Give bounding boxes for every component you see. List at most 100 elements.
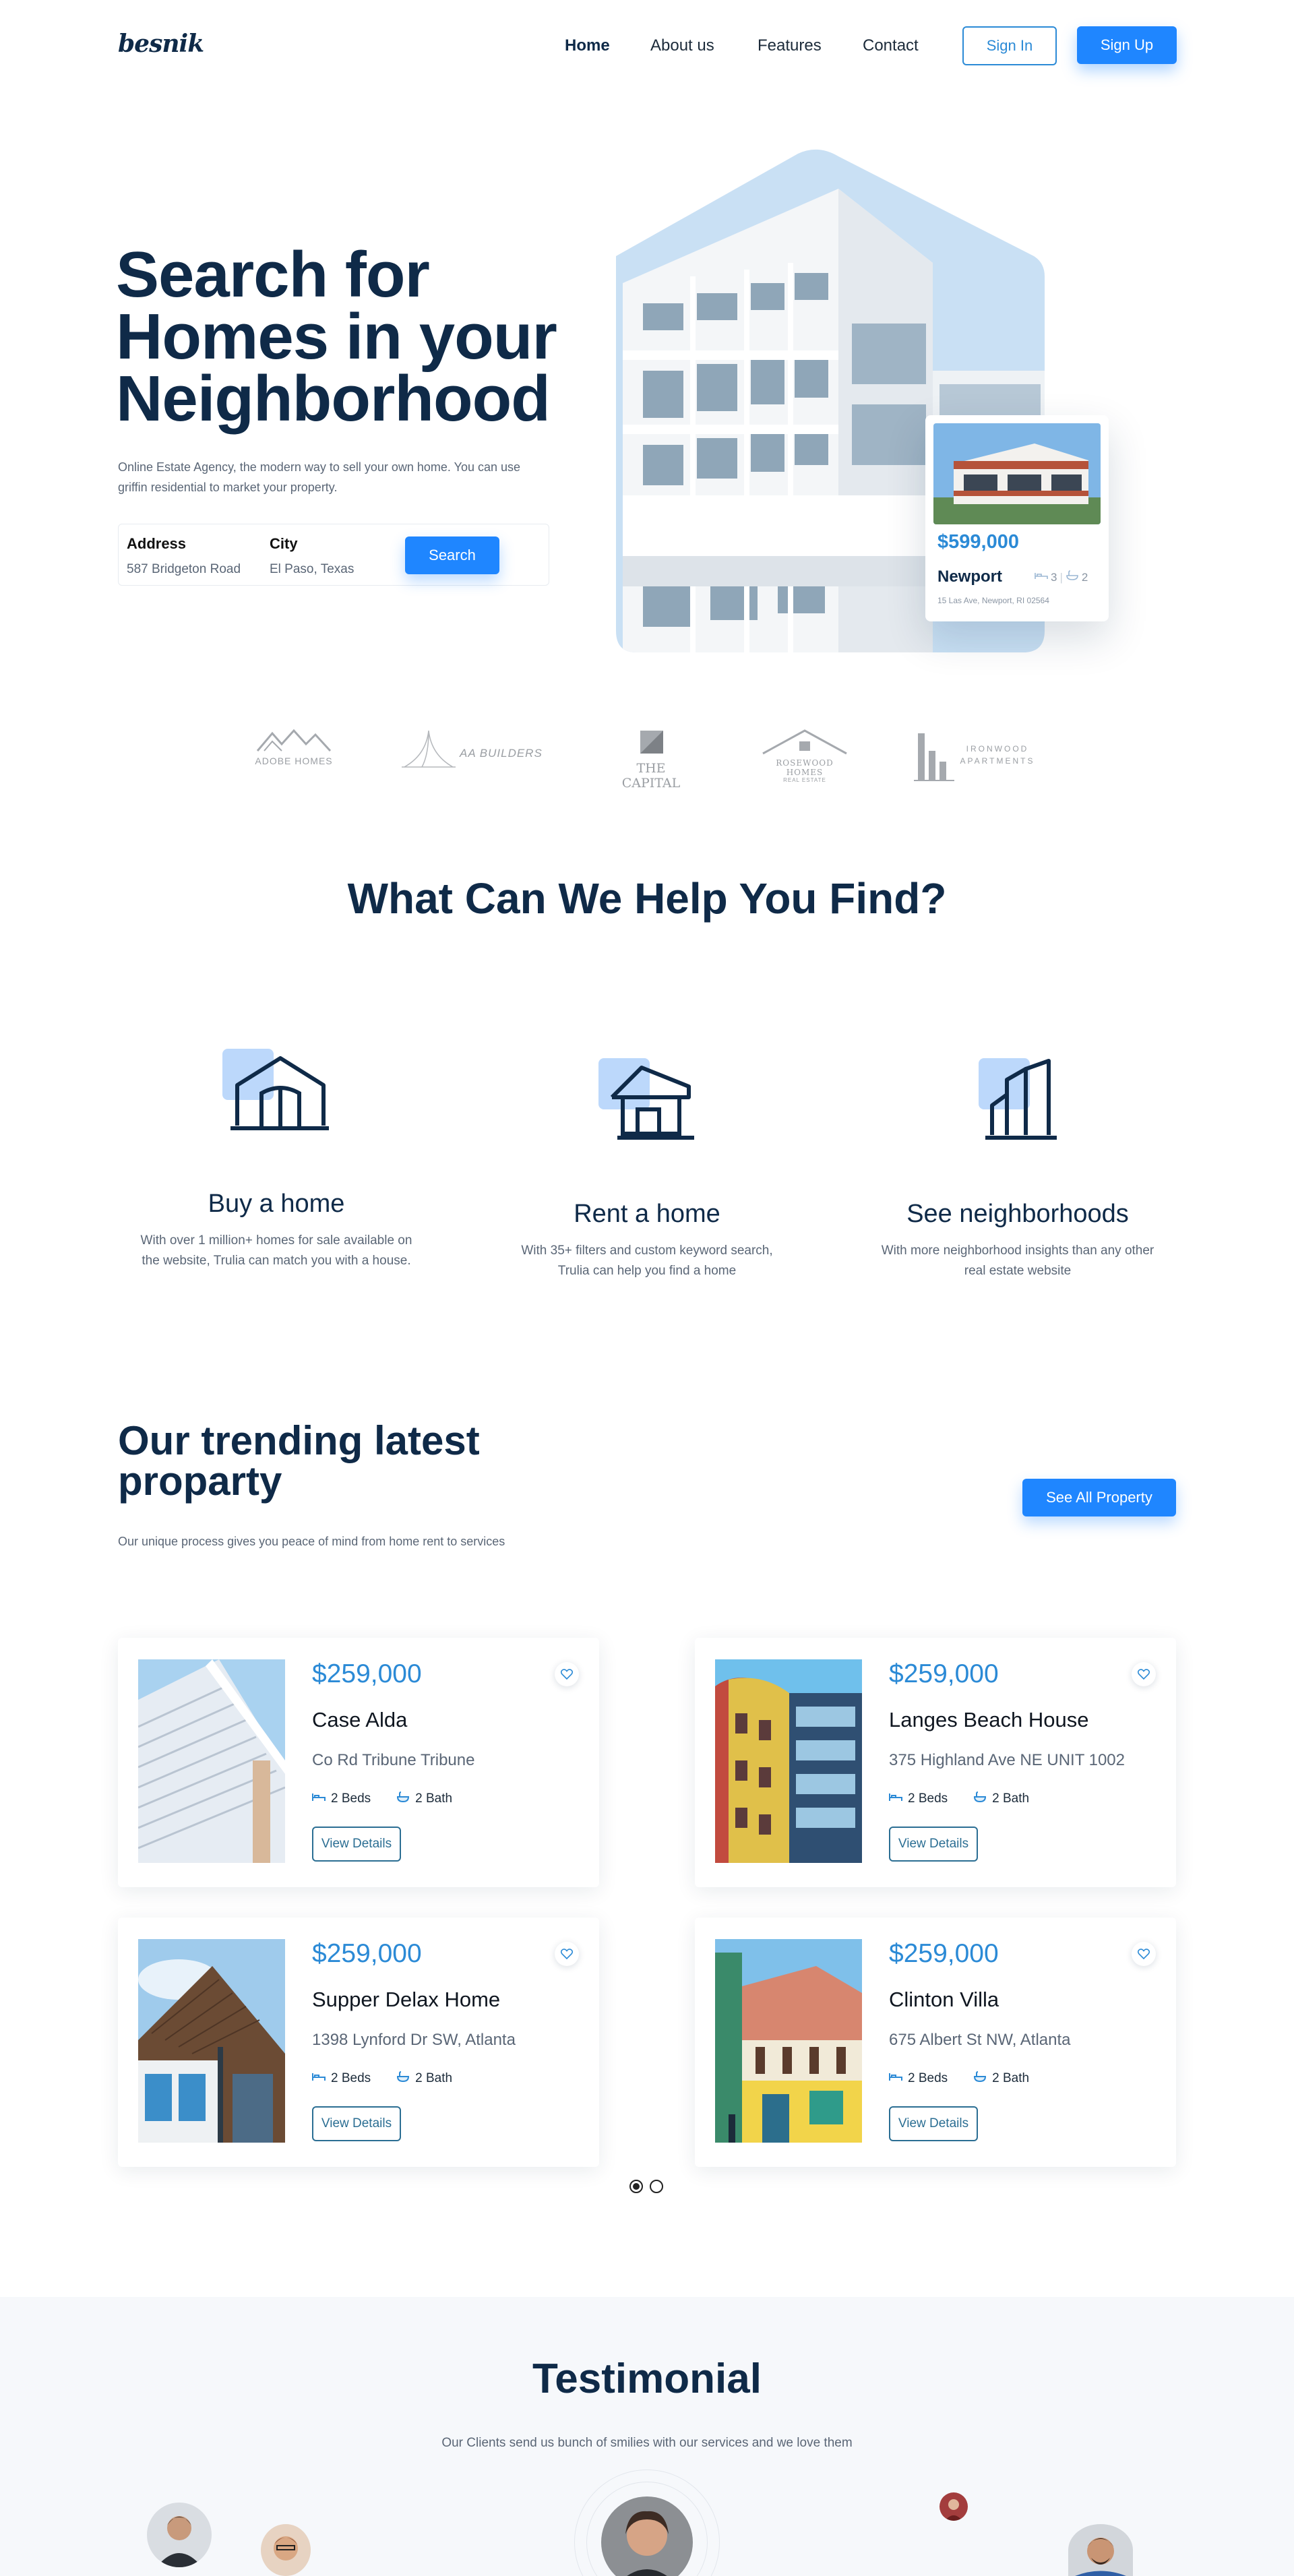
property-photo <box>138 1939 285 2143</box>
city-buildings-icon <box>979 1055 1066 1146</box>
property-features: 2 Beds 2 Bath <box>889 2071 1029 2086</box>
trending-title: Our trending latest proparty <box>118 1418 480 1504</box>
nav-link-contact[interactable]: Contact <box>863 36 919 55</box>
bath-icon <box>396 2071 410 2086</box>
listing-name: Newport <box>937 568 1002 586</box>
avatar[interactable] <box>147 2503 212 2567</box>
view-details-button[interactable]: View Details <box>889 1827 978 1862</box>
favorite-heart-icon[interactable] <box>1132 1942 1156 1966</box>
service-title: See neighborhoods <box>906 1200 1129 1228</box>
view-details-button[interactable]: View Details <box>312 2106 401 2141</box>
brand-name: THE CAPITAL <box>621 761 681 791</box>
avatar[interactable] <box>1068 2524 1133 2576</box>
property-address: 675 Albert St NW, Atlanta <box>889 2031 1071 2049</box>
avatar[interactable] <box>939 2492 968 2521</box>
bed-icon <box>889 1791 902 1806</box>
city-field[interactable]: El Paso, Texas <box>270 562 354 577</box>
property-address: Co Rd Tribune Tribune <box>312 1751 475 1769</box>
property-name: Langes Beach House <box>889 1708 1089 1731</box>
bath-icon <box>396 1791 410 1806</box>
property-card[interactable]: $259,000 Langes Beach House 375 Highland… <box>695 1638 1176 1887</box>
bed-icon <box>312 2071 326 2086</box>
favorite-heart-icon[interactable] <box>1132 1662 1156 1686</box>
property-beds: 2 Beds <box>908 2071 948 2085</box>
property-name: Clinton Villa <box>889 1988 999 2011</box>
address-field[interactable]: 587 Bridgeton Road <box>127 562 241 577</box>
property-beds: 2 Beds <box>331 2071 371 2085</box>
property-beds: 2 Beds <box>331 1791 371 1806</box>
service-title: Buy a home <box>208 1190 345 1218</box>
nav-link-features[interactable]: Features <box>758 36 822 55</box>
rent-house-icon <box>598 1055 700 1146</box>
favorite-heart-icon[interactable] <box>555 1942 579 1966</box>
property-features: 2 Beds 2 Bath <box>312 2071 452 2086</box>
property-card[interactable]: $259,000 Supper Delax Home 1398 Lynford … <box>118 1918 599 2167</box>
bed-icon <box>889 2071 902 2086</box>
carousel-dot[interactable] <box>629 2180 643 2193</box>
search-button[interactable]: Search <box>405 536 499 574</box>
brand-logo-ironwood-apartments: IRONWOOD APARTMENTS <box>914 728 1042 782</box>
brand-logo-adobe-homes: ADOBE HOMES <box>255 728 333 782</box>
brand-logo-aa-builders: AA BUILDERS <box>402 728 543 782</box>
listing-address: 15 Las Ave, Newport, RI 02564 <box>937 596 1049 605</box>
bath-icon <box>1066 570 1079 584</box>
view-details-button[interactable]: View Details <box>312 1827 401 1862</box>
listing-photo <box>933 423 1101 524</box>
property-baths: 2 Bath <box>415 2071 453 2085</box>
property-name: Case Alda <box>312 1708 408 1731</box>
service-rent-home[interactable]: Rent a home With 35+ filters and custom … <box>505 1200 789 1281</box>
house-icon <box>221 1046 329 1137</box>
service-buy-home[interactable]: Buy a home With over 1 million+ homes fo… <box>135 1190 418 1271</box>
property-name: Supper Delax Home <box>312 1988 501 2011</box>
property-price: $259,000 <box>889 1939 999 1968</box>
top-navigation: besnik Home About us Features Contact Si… <box>0 0 1294 92</box>
testimonial-title: Testimonial <box>532 2356 762 2402</box>
property-card[interactable]: $259,000 Case Alda Co Rd Tribune Tribune… <box>118 1638 599 1887</box>
service-neighborhoods[interactable]: See neighborhoods With more neighborhood… <box>876 1200 1159 1281</box>
property-features: 2 Beds 2 Bath <box>889 1791 1029 1806</box>
carousel-dot[interactable] <box>650 2180 663 2193</box>
service-description: With 35+ filters and custom keyword sear… <box>521 1244 773 1278</box>
property-baths: 2 Bath <box>992 1791 1030 1806</box>
property-photo <box>138 1659 285 1863</box>
service-title: Rent a home <box>574 1200 720 1228</box>
favorite-heart-icon[interactable] <box>555 1662 579 1686</box>
property-address: 375 Highland Ave NE UNIT 1002 <box>889 1751 1126 1769</box>
property-card[interactable]: $259,000 Clinton Villa 675 Albert St NW,… <box>695 1918 1176 2167</box>
brand-name: ADOBE HOMES <box>255 756 333 766</box>
city-label: City <box>270 535 298 552</box>
property-price: $259,000 <box>889 1659 999 1688</box>
see-all-property-button[interactable]: See All Property <box>1022 1479 1176 1516</box>
nav-link-about[interactable]: About us <box>650 36 714 55</box>
logo[interactable]: besnik <box>118 30 204 58</box>
service-description: With over 1 million+ homes for sale avai… <box>140 1233 412 1268</box>
view-details-button[interactable]: View Details <box>889 2106 978 2141</box>
property-features: 2 Beds 2 Bath <box>312 1791 452 1806</box>
hero-subtitle: Online Estate Agency, the modern way to … <box>118 460 521 494</box>
property-baths: 2 Bath <box>415 1791 453 1806</box>
hero-title: Search for Homes in your Neighborhood <box>116 239 557 435</box>
listing-price: $599,000 <box>937 531 1019 553</box>
sign-in-button[interactable]: Sign In <box>962 26 1057 65</box>
property-price: $259,000 <box>312 1659 422 1688</box>
brand-tagline: REAL ESTATE <box>783 777 826 783</box>
sign-up-button[interactable]: Sign Up <box>1077 26 1177 64</box>
avatar[interactable] <box>261 2524 311 2576</box>
property-beds: 2 Beds <box>908 1791 948 1806</box>
trending-subtitle: Our unique process gives you peace of mi… <box>118 1535 505 1548</box>
property-price: $259,000 <box>312 1939 422 1968</box>
testimonial-subtitle: Our Clients send us bunch of smilies wit… <box>441 2436 853 2450</box>
bed-icon <box>1035 570 1048 584</box>
address-label: Address <box>127 535 187 552</box>
bath-icon <box>973 1791 987 1806</box>
listing-meta: 3 | 2 <box>1035 570 1088 584</box>
brand-name: ROSEWOOD HOMES <box>776 758 834 777</box>
bath-icon <box>973 2071 987 2086</box>
carousel-pagination <box>629 2180 663 2193</box>
nav-link-home[interactable]: Home <box>565 36 610 55</box>
property-baths: 2 Bath <box>992 2071 1030 2085</box>
featured-listing-card[interactable]: $599,000 Newport 3 | 2 15 Las Ave, Newpo… <box>925 415 1109 621</box>
brand-name: AA BUILDERS <box>460 747 543 760</box>
property-photo <box>715 1659 862 1863</box>
brand-logo-the-capital: THE CAPITAL <box>607 728 696 791</box>
